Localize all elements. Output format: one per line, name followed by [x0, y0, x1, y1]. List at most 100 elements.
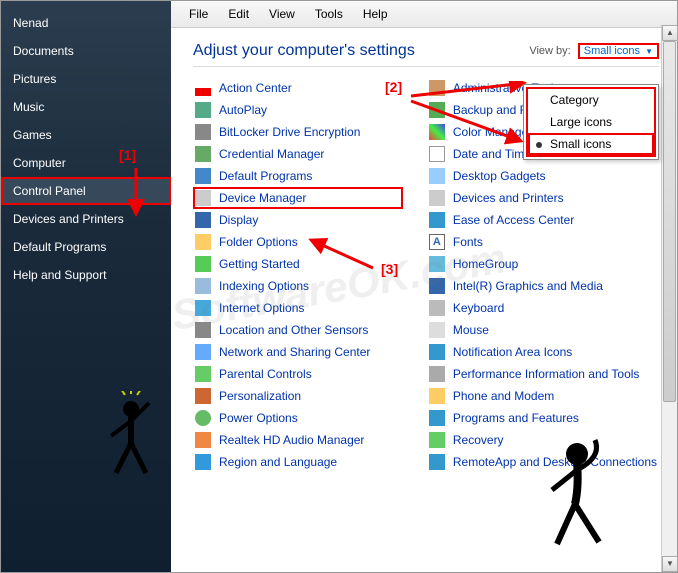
content-area: Adjust your computer's settings View by:… [171, 28, 677, 572]
scroll-down-button[interactable]: ▼ [662, 556, 678, 572]
par-icon [195, 366, 211, 382]
menu-edit[interactable]: Edit [218, 5, 259, 23]
remote-icon [429, 454, 445, 470]
sidebar-item-help-and-support[interactable]: Help and Support [1, 261, 171, 289]
cp-item-label: Device Manager [219, 191, 306, 205]
cp-item-credential-manager[interactable]: Credential Manager [193, 143, 403, 165]
cp-item-personalization[interactable]: Personalization [193, 385, 403, 407]
view-by-label: View by: [529, 45, 570, 57]
menu-help[interactable]: Help [353, 5, 398, 23]
def-icon [195, 168, 211, 184]
cp-item-label: Network and Sharing Center [219, 345, 370, 359]
sidebar-item-computer[interactable]: Computer [1, 149, 171, 177]
view-by-control: View by: Small icons ▼ [529, 45, 659, 57]
dropdown-option-small-icons[interactable]: Small icons [528, 133, 654, 155]
cp-item-keyboard[interactable]: Keyboard [427, 297, 659, 319]
hd-icon [195, 432, 211, 448]
dropdown-option-large-icons[interactable]: Large icons [528, 111, 654, 133]
cp-item-label: Parental Controls [219, 367, 312, 381]
sidebar-item-control-panel[interactable]: Control Panel [1, 177, 171, 205]
cp-item-fonts[interactable]: AFonts [427, 231, 659, 253]
color-icon [429, 124, 445, 140]
cp-item-label: Display [219, 213, 258, 227]
vertical-scrollbar[interactable]: ▲ ▼ [661, 25, 677, 572]
sidebar-item-documents[interactable]: Documents [1, 37, 171, 65]
cp-item-homegroup[interactable]: HomeGroup [427, 253, 659, 275]
cp-item-label: Programs and Features [453, 411, 579, 425]
cp-item-bitlocker-drive-encryption[interactable]: BitLocker Drive Encryption [193, 121, 403, 143]
chevron-down-icon: ▼ [645, 47, 653, 56]
kb-icon [429, 300, 445, 316]
cp-item-default-programs[interactable]: Default Programs [193, 165, 403, 187]
cp-item-autoplay[interactable]: AutoPlay [193, 99, 403, 121]
phone-icon [429, 388, 445, 404]
cp-item-location-and-other-sensors[interactable]: Location and Other Sensors [193, 319, 403, 341]
cp-item-label: Location and Other Sensors [219, 323, 368, 337]
view-by-dropdown-trigger[interactable]: Small icons ▼ [578, 43, 659, 59]
cp-item-parental-controls[interactable]: Parental Controls [193, 363, 403, 385]
fold-icon [195, 234, 211, 250]
cp-item-getting-started[interactable]: Getting Started [193, 253, 403, 275]
sidebar-item-pictures[interactable]: Pictures [1, 65, 171, 93]
mouse-icon [429, 322, 445, 338]
start-menu-sidebar: NenadDocumentsPicturesMusicGamesComputer… [1, 1, 171, 572]
cp-item-label: Keyboard [453, 301, 504, 315]
cp-item-realtek-hd-audio-manager[interactable]: Realtek HD Audio Manager [193, 429, 403, 451]
cp-item-performance-information-and-tools[interactable]: Performance Information and Tools [427, 363, 659, 385]
bak-icon [429, 102, 445, 118]
menu-tools[interactable]: Tools [305, 5, 353, 23]
cp-item-label: Getting Started [219, 257, 300, 271]
menubar: FileEditViewToolsHelp [171, 1, 677, 28]
cp-item-devices-and-printers[interactable]: Devices and Printers [427, 187, 659, 209]
cp-item-ease-of-access-center[interactable]: Ease of Access Center [427, 209, 659, 231]
cp-item-phone-and-modem[interactable]: Phone and Modem [427, 385, 659, 407]
cp-item-indexing-options[interactable]: Indexing Options [193, 275, 403, 297]
divider [193, 66, 659, 67]
gad-icon [429, 168, 445, 184]
scroll-thumb[interactable] [663, 41, 676, 402]
cp-item-programs-and-features[interactable]: Programs and Features [427, 407, 659, 429]
cp-item-network-and-sharing-center[interactable]: Network and Sharing Center [193, 341, 403, 363]
cp-item-action-center[interactable]: Action Center [193, 77, 403, 99]
dropdown-option-category[interactable]: Category [528, 89, 654, 111]
cp-item-label: Credential Manager [219, 147, 324, 161]
cp-item-label: Folder Options [219, 235, 298, 249]
cp-item-region-and-language[interactable]: Region and Language [193, 451, 403, 473]
cp-item-recovery[interactable]: Recovery [427, 429, 659, 451]
print-icon [429, 190, 445, 206]
cp-item-label: Devices and Printers [453, 191, 564, 205]
cp-item-mouse[interactable]: Mouse [427, 319, 659, 341]
cp-item-desktop-gadgets[interactable]: Desktop Gadgets [427, 165, 659, 187]
loc-icon [195, 322, 211, 338]
scroll-up-button[interactable]: ▲ [662, 25, 678, 41]
cp-item-display[interactable]: Display [193, 209, 403, 231]
sidebar-item-default-programs[interactable]: Default Programs [1, 233, 171, 261]
cp-item-label: Indexing Options [219, 279, 309, 293]
start-icon [195, 256, 211, 272]
sidebar-item-music[interactable]: Music [1, 93, 171, 121]
menu-file[interactable]: File [179, 5, 218, 23]
cp-item-label: Notification Area Icons [453, 345, 572, 359]
cp-item-internet-options[interactable]: Internet Options [193, 297, 403, 319]
menu-view[interactable]: View [259, 5, 305, 23]
control-panel-window: FileEditViewToolsHelp Adjust your comput… [171, 1, 677, 572]
sidebar-item-games[interactable]: Games [1, 121, 171, 149]
cp-item-notification-area-icons[interactable]: Notification Area Icons [427, 341, 659, 363]
cp-item-label: Performance Information and Tools [453, 367, 640, 381]
reg-icon [195, 454, 211, 470]
cp-item-folder-options[interactable]: Folder Options [193, 231, 403, 253]
bullet-selected-icon [536, 142, 542, 148]
cp-item-remoteapp-and-desktop-connections[interactable]: RemoteApp and Desktop Connections [427, 451, 659, 473]
scroll-track[interactable] [662, 41, 677, 556]
lock-icon [195, 124, 211, 140]
cp-item-label: Default Programs [219, 169, 312, 183]
cp-item-label: BitLocker Drive Encryption [219, 125, 360, 139]
cp-item-device-manager[interactable]: Device Manager [193, 187, 403, 209]
date-icon [429, 146, 445, 162]
sidebar-item-nenad[interactable]: Nenad [1, 9, 171, 37]
cp-item-intel-r-graphics-and-media[interactable]: Intel(R) Graphics and Media [427, 275, 659, 297]
cp-item-power-options[interactable]: Power Options [193, 407, 403, 429]
cp-item-label: Mouse [453, 323, 489, 337]
cp-item-label: Ease of Access Center [453, 213, 574, 227]
sidebar-item-devices-and-printers[interactable]: Devices and Printers [1, 205, 171, 233]
